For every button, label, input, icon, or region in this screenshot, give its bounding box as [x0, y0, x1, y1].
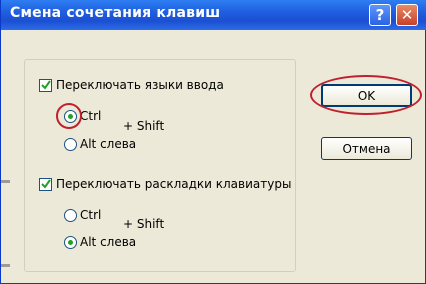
checkmark-icon [40, 80, 51, 90]
radio-label: Ctrl [80, 109, 102, 123]
help-button[interactable]: ? [369, 4, 391, 26]
close-button[interactable]: ✕ [396, 4, 418, 26]
checkmark-icon [40, 179, 51, 189]
dialog-window: Смена сочетания клавиш ? ✕ Переключать я… [0, 0, 426, 284]
shift-modifier-label: + Shift [123, 119, 165, 133]
checkbox-label: Переключать раскладки клавиатуры [56, 177, 292, 191]
ok-highlight-ellipse [310, 75, 422, 115]
radio-layout-alt-left[interactable]: Alt слева [64, 235, 136, 249]
title-bar[interactable]: Смена сочетания клавиш ? ✕ [1, 0, 426, 30]
radio-circle[interactable] [64, 235, 77, 249]
radio-label: Alt слева [80, 235, 137, 249]
checkbox-box[interactable] [39, 78, 52, 92]
radio-label: Alt слева [80, 137, 137, 151]
close-icon: ✕ [400, 5, 414, 24]
radio-label: Ctrl [80, 208, 102, 222]
radio-circle[interactable] [64, 208, 77, 222]
edge-marker [1, 264, 10, 267]
shift-modifier-label: + Shift [123, 217, 165, 231]
help-icon: ? [375, 5, 385, 24]
checkbox-switch-input-languages[interactable]: Переключать языки ввода [39, 78, 224, 92]
checkbox-label: Переключать языки ввода [56, 78, 224, 92]
ctrl-radio-highlight-ellipse [56, 103, 82, 129]
checkbox-box[interactable] [39, 177, 52, 191]
radio-layout-ctrl[interactable]: Ctrl [64, 208, 101, 222]
window-title: Смена сочетания клавиш [10, 5, 221, 21]
radio-input-alt-left[interactable]: Alt слева [64, 137, 136, 151]
radio-circle[interactable] [64, 137, 77, 151]
checkbox-switch-keyboard-layouts[interactable]: Переключать раскладки клавиатуры [39, 177, 291, 191]
radio-selected-dot [68, 239, 73, 245]
edge-marker [1, 180, 10, 183]
cancel-button[interactable]: Отмена [321, 137, 412, 160]
